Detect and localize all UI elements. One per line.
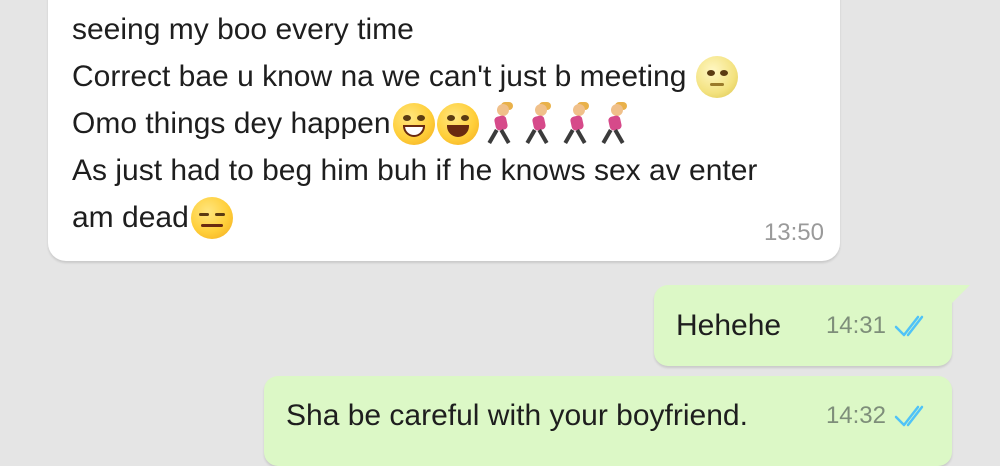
tears-of-joy-emoji-icon (436, 102, 479, 145)
running-woman-emoji-icon (521, 101, 555, 146)
incoming-message-bubble[interactable]: seeing my boo every time Correct bae u k… (48, 0, 840, 261)
message-line-text: am dead (72, 201, 189, 234)
message-line-text: seeing my boo every time (72, 13, 414, 46)
running-woman-emoji-icon (559, 101, 593, 146)
message-meta: 14:32 (826, 402, 934, 430)
message-text: Hehehe (676, 308, 782, 342)
message-timestamp: 14:31 (825, 311, 886, 339)
running-woman-emoji-icon (597, 101, 631, 146)
message-line: seeing my boo every time (72, 6, 816, 53)
message-timestamp: 13:50 (763, 219, 824, 246)
message-line: As just had to beg him buh if he knows s… (72, 147, 816, 194)
message-line: Omo things dey happen (72, 100, 816, 147)
double-check-read-icon (894, 405, 924, 427)
message-timestamp: 14:32 (825, 402, 886, 429)
message-line-text: Omo things dey happen (72, 107, 391, 140)
outgoing-message-bubble[interactable]: Hehehe 14:31 (654, 285, 970, 366)
message-line: Correct bae u know na we can't just b me… (72, 53, 816, 100)
double-check-read-icon (894, 315, 924, 336)
expressionless-face-emoji-icon (190, 196, 233, 239)
message-line-text: As just had to beg him buh if he knows s… (72, 154, 758, 187)
chat-area: seeing my boo every time Correct bae u k… (0, 0, 1000, 466)
message-text: Sha be careful with your boyfriend. (286, 399, 748, 432)
message-meta: 14:31 (826, 312, 934, 340)
message-line-text: Correct bae u know na we can't just b me… (72, 60, 687, 93)
outgoing-message-bubble[interactable]: Sha be careful with your boyfriend. 14:3… (264, 376, 952, 466)
running-woman-emoji-icon (483, 101, 517, 146)
message-line: am dead (72, 194, 816, 241)
full-moon-face-emoji-icon (696, 55, 739, 98)
grinning-sweat-emoji-icon (392, 102, 435, 145)
